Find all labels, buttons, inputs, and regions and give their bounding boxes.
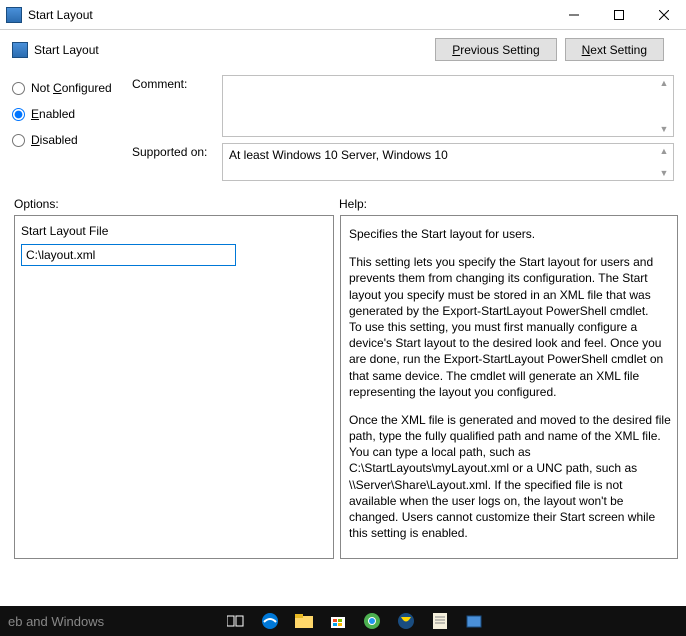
radio-not-configured[interactable]: Not Configured (12, 81, 132, 95)
edge-icon[interactable] (254, 606, 286, 636)
state-radios: Not Configured Enabled Disabled (12, 75, 132, 187)
close-button[interactable] (641, 0, 686, 29)
policy-icon (12, 42, 28, 58)
maximize-button[interactable] (596, 0, 641, 29)
explorer-icon[interactable] (288, 606, 320, 636)
scroll-up-icon[interactable]: ▲ (657, 146, 671, 156)
task-view-icon[interactable] (220, 606, 252, 636)
scroll-down-icon[interactable]: ▼ (657, 168, 671, 178)
title-bar: Start Layout (0, 0, 686, 30)
store-icon[interactable] (322, 606, 354, 636)
mmc-icon[interactable] (458, 606, 490, 636)
header: Start Layout Previous Setting Next Setti… (0, 30, 686, 75)
app-icon (6, 7, 22, 23)
window-title: Start Layout (28, 8, 551, 22)
radio-disabled[interactable]: Disabled (12, 133, 132, 147)
supported-label: Supported on: (132, 143, 222, 181)
taskbar-search[interactable]: eb and Windows (0, 614, 220, 629)
options-label: Options: (14, 197, 339, 211)
start-layout-file-input[interactable] (21, 244, 236, 266)
radio-enabled[interactable]: Enabled (12, 107, 132, 121)
comment-input[interactable]: ▲▼ (222, 75, 674, 137)
taskbar[interactable]: eb and Windows (0, 606, 686, 636)
policy-name: Start Layout (34, 43, 435, 57)
supported-text: At least Windows 10 Server, Windows 10 ▲… (222, 143, 674, 181)
help-panel: Specifies the Start layout for users. Th… (340, 215, 678, 559)
options-panel: Start Layout File (14, 215, 334, 559)
browser-icon[interactable] (390, 606, 422, 636)
chrome-icon[interactable] (356, 606, 388, 636)
minimize-button[interactable] (551, 0, 596, 29)
comment-label: Comment: (132, 75, 222, 137)
scroll-up-icon[interactable]: ▲ (657, 78, 671, 88)
previous-setting-button[interactable]: Previous Setting (435, 38, 556, 61)
next-setting-button[interactable]: Next Setting (565, 38, 664, 61)
help-label: Help: (339, 197, 367, 211)
file-label: Start Layout File (21, 224, 327, 238)
scroll-down-icon[interactable]: ▼ (657, 124, 671, 134)
help-text[interactable]: Specifies the Start layout for users. Th… (347, 224, 677, 550)
notepad-icon[interactable] (424, 606, 456, 636)
